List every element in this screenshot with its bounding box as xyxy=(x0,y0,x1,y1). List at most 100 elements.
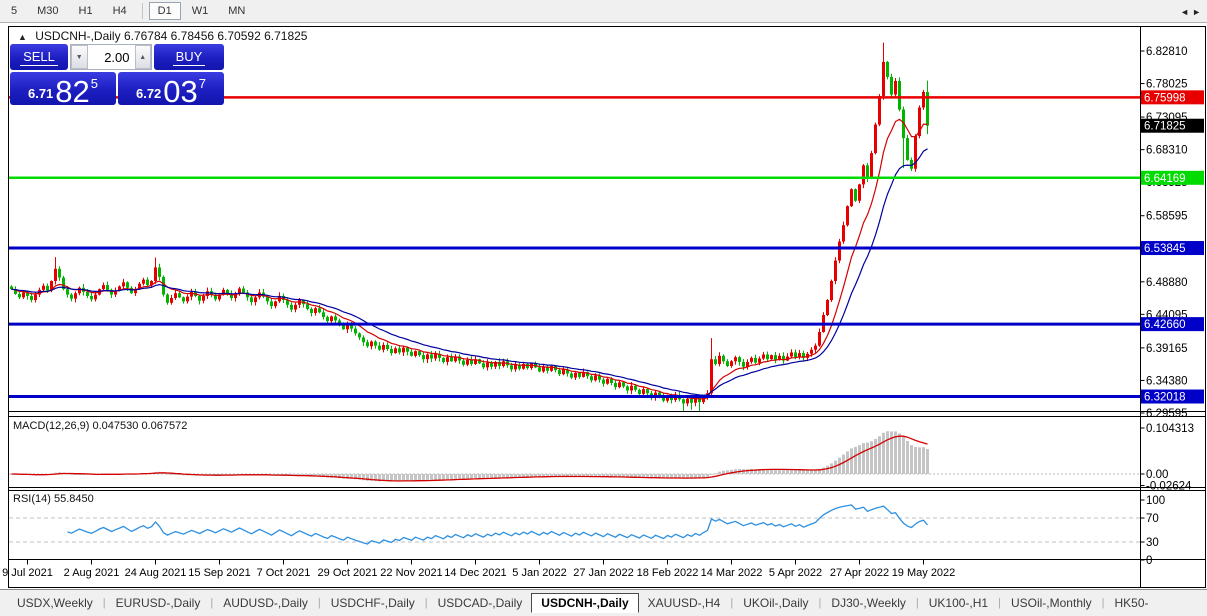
svg-text:6.78025: 6.78025 xyxy=(1146,79,1188,91)
chart-tab-usdchf-daily[interactable]: USDCHF-,Daily xyxy=(322,593,424,613)
buy-price-prefix: 6.72 xyxy=(135,86,162,101)
svg-text:70: 70 xyxy=(1146,513,1159,525)
svg-text:100: 100 xyxy=(1146,495,1165,507)
tab-separator: | xyxy=(1101,597,1105,609)
svg-text:6.58595: 6.58595 xyxy=(1146,211,1188,223)
chevron-up-icon: ▲ xyxy=(139,53,147,61)
toolbar-separator xyxy=(141,3,143,19)
sell-price-point: 5 xyxy=(90,76,99,91)
chart-tab-usoil-monthly[interactable]: USOil-,Monthly xyxy=(1002,593,1101,613)
tab-separator: | xyxy=(998,597,1001,609)
svg-text:27 Jan 2022: 27 Jan 2022 xyxy=(573,567,634,579)
volume-decrease-button[interactable]: ▼ xyxy=(71,45,88,69)
svg-text:6.29595: 6.29595 xyxy=(1146,408,1188,420)
svg-text:15 Sep 2021: 15 Sep 2021 xyxy=(188,567,250,579)
timeframe-button-d1[interactable]: D1 xyxy=(148,2,181,20)
svg-text:6.39165: 6.39165 xyxy=(1146,343,1188,355)
svg-text:0.104313: 0.104313 xyxy=(1146,423,1194,435)
volume-stepper: ▼ ▲ xyxy=(70,44,152,70)
svg-text:18 Feb 2022: 18 Feb 2022 xyxy=(637,567,699,579)
buy-button[interactable]: BUY xyxy=(154,44,224,70)
chart-tab-usdcad-daily[interactable]: USDCAD-,Daily xyxy=(429,593,532,613)
pane-borders xyxy=(8,26,1206,588)
chart-tab-usdx-weekly[interactable]: USDX,Weekly xyxy=(8,593,102,613)
svg-text:6.34380: 6.34380 xyxy=(1146,375,1188,387)
svg-text:14 Dec 2021: 14 Dec 2021 xyxy=(444,567,506,579)
svg-text:19 May 2022: 19 May 2022 xyxy=(892,567,956,579)
svg-text:0.00: 0.00 xyxy=(1146,469,1168,481)
macd-indicator-label: MACD(12,26,9) 0.047530 0.067572 xyxy=(13,420,188,432)
timeframe-button-w1[interactable]: W1 xyxy=(183,2,218,20)
svg-text:7 Oct 2021: 7 Oct 2021 xyxy=(257,567,311,579)
timeframe-button-h4[interactable]: H4 xyxy=(104,2,136,20)
symbol-tab-bar: USDX,Weekly | EURUSD-,Daily | AUDUSD-,Daily |… xyxy=(0,589,1207,616)
chart-tab-xauusd-h4[interactable]: XAUUSD-,H4 xyxy=(639,593,730,613)
chart-tab-ukoil-daily[interactable]: UKOil-,Daily xyxy=(734,593,817,613)
svg-text:-0.02624: -0.02624 xyxy=(1146,481,1192,493)
buy-price-pips: 03 xyxy=(163,74,198,109)
one-click-panel-toggle-icon[interactable]: ▲ xyxy=(18,32,27,42)
svg-text:9 Jul 2021: 9 Jul 2021 xyxy=(2,567,53,579)
sell-price-button[interactable]: 6.71 82 5 xyxy=(10,72,116,109)
chart-tab-usdcnh-daily[interactable]: USDCNH-,Daily xyxy=(531,593,639,613)
svg-text:14 Mar 2022: 14 Mar 2022 xyxy=(701,567,763,579)
rsi-pane-layer xyxy=(9,504,1140,545)
svg-text:0: 0 xyxy=(1146,555,1152,567)
tab-separator: | xyxy=(730,597,734,609)
svg-text:6.42660: 6.42660 xyxy=(1144,319,1186,331)
svg-text:6.64169: 6.64169 xyxy=(1144,173,1186,185)
indicator-axis-labels: 0.104313 0.00-0.02624 100 70 30 0 xyxy=(1140,423,1194,567)
svg-text:6.53845: 6.53845 xyxy=(1144,243,1186,255)
chart-tab-dj30-weekly[interactable]: DJ30-,Weekly xyxy=(822,593,914,613)
svg-text:5 Jan 2022: 5 Jan 2022 xyxy=(512,567,566,579)
timeframe-toolbar: 5 M30 H1 H4 D1 W1 MN xyxy=(0,0,1207,23)
sell-price-pips: 82 xyxy=(55,74,90,109)
svg-text:22 Nov 2021: 22 Nov 2021 xyxy=(380,567,442,579)
tab-scroll-left-icon[interactable]: ◄ xyxy=(1180,7,1192,17)
svg-text:6.75998: 6.75998 xyxy=(1144,92,1186,104)
volume-input[interactable] xyxy=(87,45,135,69)
tab-separator: | xyxy=(915,597,919,609)
timeframe-button-h1[interactable]: H1 xyxy=(70,2,102,20)
timeframe-button-5[interactable]: 5 xyxy=(2,2,26,20)
ohlc-values: 6.76784 6.78456 6.70592 6.71825 xyxy=(123,29,308,43)
chevron-down-icon: ▼ xyxy=(75,53,83,61)
symbol-period-label: USDCNH-,Daily xyxy=(35,29,121,43)
svg-text:30: 30 xyxy=(1146,537,1159,549)
price-axis-labels: 6.828106.780256.730956.683106.635256.585… xyxy=(1140,46,1204,420)
svg-text:6.82810: 6.82810 xyxy=(1146,46,1188,58)
rsi-indicator-label: RSI(14) 55.8450 xyxy=(13,493,94,505)
chart-title: ▲ USDCNH-,Daily 6.76784 6.78456 6.70592 … xyxy=(18,29,307,43)
timeframe-button-mn[interactable]: MN xyxy=(219,2,254,20)
chart-tab-hk50-[interactable]: HK50- xyxy=(1106,593,1158,613)
sell-button-label: SELL xyxy=(20,49,58,66)
svg-text:6.32018: 6.32018 xyxy=(1144,392,1186,404)
horizontal-lines-layer[interactable] xyxy=(8,96,1141,399)
svg-text:6.68310: 6.68310 xyxy=(1146,145,1188,157)
tab-separator: | xyxy=(102,597,106,609)
moving-averages-layer xyxy=(11,118,928,400)
timeframe-button-m30[interactable]: M30 xyxy=(28,2,67,20)
buy-button-label: BUY xyxy=(172,49,206,66)
tab-separator: | xyxy=(210,597,214,609)
tab-separator: | xyxy=(424,597,428,609)
svg-text:29 Oct 2021: 29 Oct 2021 xyxy=(318,567,378,579)
svg-text:5 Apr 2022: 5 Apr 2022 xyxy=(769,567,822,579)
tab-separator: | xyxy=(818,597,822,609)
volume-increase-button[interactable]: ▲ xyxy=(134,45,151,69)
svg-text:24 Aug 2021: 24 Aug 2021 xyxy=(125,567,187,579)
chart-tab-uk100-h1[interactable]: UK100-,H1 xyxy=(920,593,997,613)
chart-tab-eurusd-daily[interactable]: EURUSD-,Daily xyxy=(107,593,210,613)
buy-price-button[interactable]: 6.72 03 7 xyxy=(118,72,224,109)
tab-scroll-arrows: ◄► xyxy=(1180,7,1204,17)
svg-text:2 Aug 2021: 2 Aug 2021 xyxy=(64,567,120,579)
svg-text:27 Apr 2022: 27 Apr 2022 xyxy=(830,567,889,579)
date-axis-labels: 9 Jul 2021 2 Aug 2021 24 Aug 2021 15 Sep 20… xyxy=(2,559,956,579)
macd-pane-layer xyxy=(9,431,1140,482)
sell-button[interactable]: SELL xyxy=(10,44,68,70)
tab-separator: | xyxy=(317,597,321,609)
svg-text:6.48880: 6.48880 xyxy=(1146,277,1188,289)
tab-scroll-right-icon[interactable]: ► xyxy=(1192,7,1204,17)
sell-price-prefix: 6.71 xyxy=(27,86,54,101)
chart-tab-audusd-daily[interactable]: AUDUSD-,Daily xyxy=(214,593,317,613)
